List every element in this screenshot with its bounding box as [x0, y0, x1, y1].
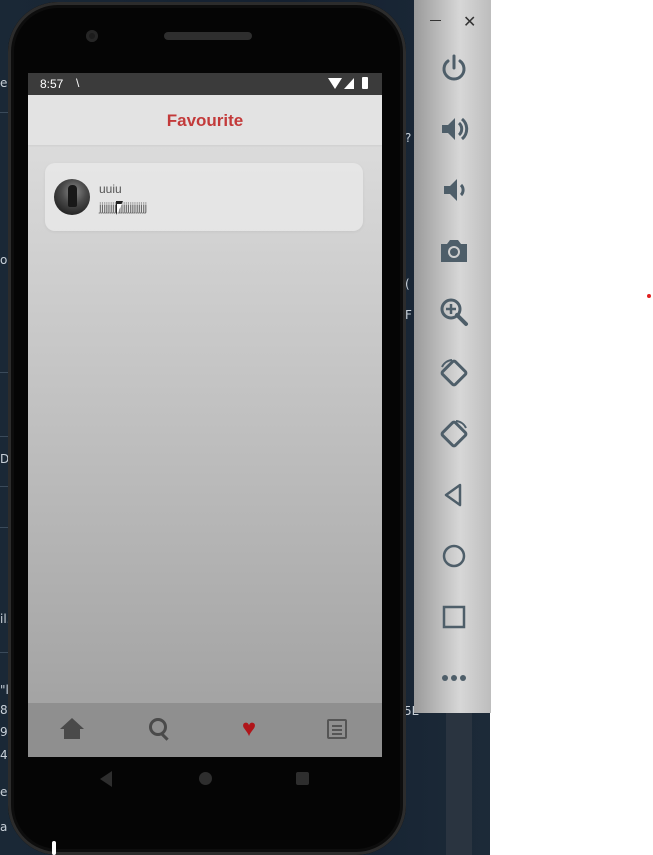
- earpiece-speaker: [164, 32, 252, 40]
- nav-favourite[interactable]: ♥: [229, 711, 269, 747]
- bg-scroll-strip: [446, 700, 472, 855]
- page-title: Favourite: [166, 111, 244, 130]
- nav-home[interactable]: [52, 711, 92, 747]
- app-bar: Favourite: [28, 95, 382, 145]
- status-debug-icon: \: [76, 76, 80, 90]
- power-icon: [442, 54, 466, 81]
- search-icon: [149, 718, 171, 740]
- bg-text-fragment: e: [0, 76, 8, 90]
- rotate-right-button[interactable]: [434, 414, 474, 454]
- avatar: [54, 179, 90, 215]
- power-button[interactable]: [434, 48, 474, 88]
- mouse-cursor-fill: [117, 204, 122, 214]
- rotate-right-icon: [440, 420, 468, 448]
- close-button[interactable]: ✕: [463, 12, 476, 32]
- favourite-item-title: uuiu: [99, 182, 122, 196]
- zoom-in-icon: [440, 298, 468, 326]
- bg-text-fragment: 9: [0, 725, 8, 739]
- status-bar: 8:57 \: [28, 73, 382, 95]
- white-marker: [52, 841, 56, 855]
- status-time: 8:57: [40, 77, 64, 91]
- bg-text-fragment: e: [0, 785, 8, 799]
- bottom-navigation: ♥: [28, 703, 382, 757]
- emulator-toolbar: ✕: [414, 0, 491, 713]
- system-back-button[interactable]: [100, 771, 112, 787]
- home-circle-icon: [442, 544, 466, 568]
- battery-icon: [362, 77, 368, 89]
- wifi-icon: [328, 78, 342, 89]
- overview-icon: [442, 605, 466, 629]
- home-icon: [60, 718, 84, 740]
- signal-icon: [344, 78, 354, 89]
- list-icon-line: [332, 729, 342, 731]
- volume-up-button[interactable]: [434, 109, 474, 149]
- system-recents-button[interactable]: [296, 772, 309, 785]
- minimize-button[interactable]: [430, 20, 441, 21]
- emulator-home-button[interactable]: [434, 536, 474, 576]
- bg-text-fragment: a: [0, 820, 8, 834]
- emulator-window-controls: ✕: [414, 8, 491, 36]
- emulator-back-button[interactable]: [434, 475, 474, 515]
- list-icon-line: [332, 725, 342, 727]
- rotate-left-icon: [440, 359, 468, 387]
- list-icon-line: [332, 733, 342, 735]
- front-camera: [86, 30, 98, 42]
- emulator-more-button[interactable]: [434, 658, 474, 698]
- red-dot: [647, 294, 651, 298]
- nav-list[interactable]: [317, 711, 357, 747]
- phone-screen: 8:57 \ Favourite uuiu jjjjjjjjjjjjjjjjjj…: [28, 73, 382, 757]
- system-home-button[interactable]: [199, 772, 212, 785]
- volume-down-icon: [444, 179, 465, 201]
- bg-text-fragment: F: [405, 308, 412, 322]
- bg-text-fragment: o: [0, 253, 8, 267]
- more-icon: [442, 675, 466, 681]
- favourite-list-item[interactable]: uuiu jjjjjjjjjjjjjjjjjjjjjj: [45, 163, 363, 231]
- phone-frame: 8:57 \ Favourite uuiu jjjjjjjjjjjjjjjjjj…: [8, 2, 406, 855]
- back-icon: [444, 483, 462, 507]
- list-icon: [327, 719, 347, 739]
- heart-icon: ♥: [241, 715, 257, 742]
- system-navigation-bar: [8, 757, 406, 807]
- bg-text-fragment: 8: [0, 703, 8, 717]
- bg-text-fragment: 4: [0, 748, 8, 762]
- emulator-overview-button[interactable]: [434, 597, 474, 637]
- camera-icon: [441, 240, 467, 262]
- zoom-button[interactable]: [434, 292, 474, 332]
- volume-down-button[interactable]: [434, 170, 474, 210]
- screenshot-button[interactable]: [434, 231, 474, 271]
- rotate-left-button[interactable]: [434, 353, 474, 393]
- nav-search[interactable]: [140, 711, 180, 747]
- volume-up-icon: [442, 117, 469, 141]
- avatar-figure: [68, 185, 77, 207]
